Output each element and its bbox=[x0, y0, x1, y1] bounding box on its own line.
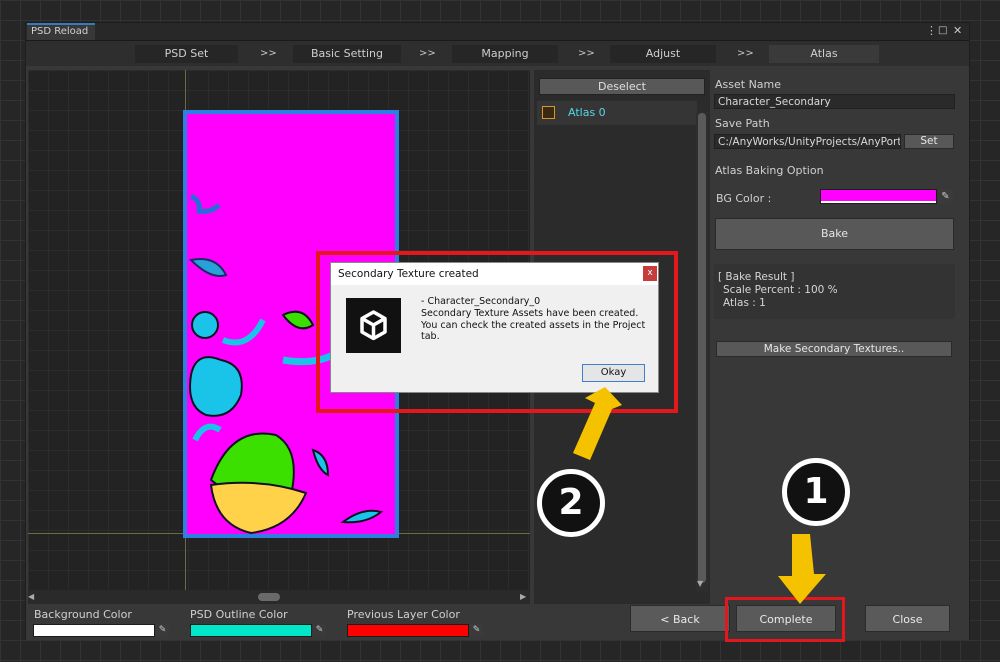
eyedropper-icon[interactable]: ✎ bbox=[156, 624, 169, 637]
bake-result-title: [ Bake Result ] bbox=[718, 271, 795, 283]
scroll-right-icon[interactable]: ▶ bbox=[520, 592, 526, 601]
step-separator: >> bbox=[737, 48, 754, 59]
background-color-label: Background Color bbox=[34, 608, 132, 621]
dialog-close-icon[interactable]: x bbox=[643, 266, 657, 281]
step-bar: PSD Set >> Basic Setting >> Mapping >> A… bbox=[26, 41, 969, 66]
list-scroll-thumb[interactable] bbox=[698, 113, 706, 583]
asset-name-label: Asset Name bbox=[715, 78, 782, 91]
atlas-part bbox=[189, 356, 243, 417]
dialog-line-2: Secondary Texture Assets have been creat… bbox=[421, 308, 639, 319]
menu-icon[interactable]: ⋮ bbox=[926, 24, 937, 38]
step-basic-setting[interactable]: Basic Setting bbox=[293, 45, 401, 63]
save-path-field[interactable]: C:/AnyWorks/UnityProjects/AnyPortra bbox=[714, 134, 901, 149]
psd-outline-color-field[interactable] bbox=[190, 624, 312, 637]
step-mapping[interactable]: Mapping bbox=[452, 45, 558, 63]
bg-color-swatch bbox=[821, 190, 936, 201]
background-color-field[interactable] bbox=[33, 624, 155, 637]
make-secondary-textures-button[interactable]: Make Secondary Textures.. bbox=[716, 341, 952, 357]
bg-color-alpha-bar bbox=[821, 201, 936, 203]
bake-result-box: [ Bake Result ] Scale Percent : 100 % At… bbox=[714, 264, 955, 319]
annotation-arrow-1 bbox=[778, 534, 826, 604]
close-icon[interactable]: ✕ bbox=[953, 24, 962, 38]
eyedropper-icon[interactable]: ✎ bbox=[938, 189, 953, 204]
window-tab[interactable]: PSD Reload bbox=[27, 23, 95, 40]
back-button[interactable]: < Back bbox=[630, 605, 730, 632]
previous-layer-color-label: Previous Layer Color bbox=[347, 608, 460, 621]
dialog-line-1: - Character_Secondary_0 bbox=[421, 296, 541, 307]
dialog-title: Secondary Texture created bbox=[331, 263, 658, 285]
bake-result-scale: Scale Percent : 100 % bbox=[723, 284, 838, 296]
bg-color-field[interactable] bbox=[820, 189, 937, 204]
close-button[interactable]: Close bbox=[865, 605, 950, 632]
atlas-icon bbox=[542, 106, 555, 119]
canvas-scroll-thumb[interactable] bbox=[258, 593, 280, 601]
step-badge-1: 1 bbox=[782, 458, 850, 526]
set-path-button[interactable]: Set bbox=[904, 134, 954, 149]
canvas-horizontal-scrollbar[interactable]: ◀ ▶ bbox=[28, 590, 530, 604]
step-separator: >> bbox=[578, 48, 595, 59]
window-titlebar: PSD Reload ⋮ □ ✕ bbox=[26, 23, 969, 41]
asset-name-field[interactable]: Character_Secondary bbox=[714, 94, 955, 109]
step-separator: >> bbox=[260, 48, 277, 59]
unity-logo-icon bbox=[346, 298, 401, 353]
arrow-icon bbox=[778, 534, 826, 604]
atlas-baking-option-label: Atlas Baking Option bbox=[715, 164, 824, 177]
atlas-part bbox=[191, 311, 219, 339]
bg-color-label: BG Color : bbox=[716, 192, 772, 205]
secondary-texture-dialog: Secondary Texture created x - Character_… bbox=[330, 262, 659, 393]
atlas-list-item[interactable]: Atlas 0 bbox=[537, 101, 697, 125]
previous-layer-color-field[interactable] bbox=[347, 624, 469, 637]
deselect-button[interactable]: Deselect bbox=[539, 78, 705, 95]
okay-button[interactable]: Okay bbox=[582, 364, 645, 382]
step-adjust[interactable]: Adjust bbox=[610, 45, 716, 63]
eyedropper-icon[interactable]: ✎ bbox=[470, 624, 483, 637]
eyedropper-icon[interactable]: ✎ bbox=[313, 624, 326, 637]
arrow-icon bbox=[573, 387, 622, 460]
bake-button[interactable]: Bake bbox=[715, 218, 954, 250]
step-psd-set[interactable]: PSD Set bbox=[135, 45, 238, 63]
annotation-arrow-2 bbox=[573, 387, 622, 460]
scroll-left-icon[interactable]: ◀ bbox=[28, 592, 34, 601]
dialog-line-3: You can check the created assets in the … bbox=[421, 320, 646, 342]
maximize-icon[interactable]: □ bbox=[938, 24, 947, 38]
psd-outline-color-label: PSD Outline Color bbox=[190, 608, 288, 621]
step-badge-2: 2 bbox=[537, 469, 605, 537]
step-separator: >> bbox=[419, 48, 436, 59]
bake-result-atlas: Atlas : 1 bbox=[723, 297, 766, 309]
step-atlas[interactable]: Atlas bbox=[769, 45, 879, 63]
atlas-item-label: Atlas 0 bbox=[568, 106, 606, 119]
scroll-down-icon[interactable]: ▼ bbox=[697, 579, 703, 588]
save-path-label: Save Path bbox=[715, 117, 770, 130]
list-vertical-scrollbar[interactable] bbox=[696, 111, 708, 591]
